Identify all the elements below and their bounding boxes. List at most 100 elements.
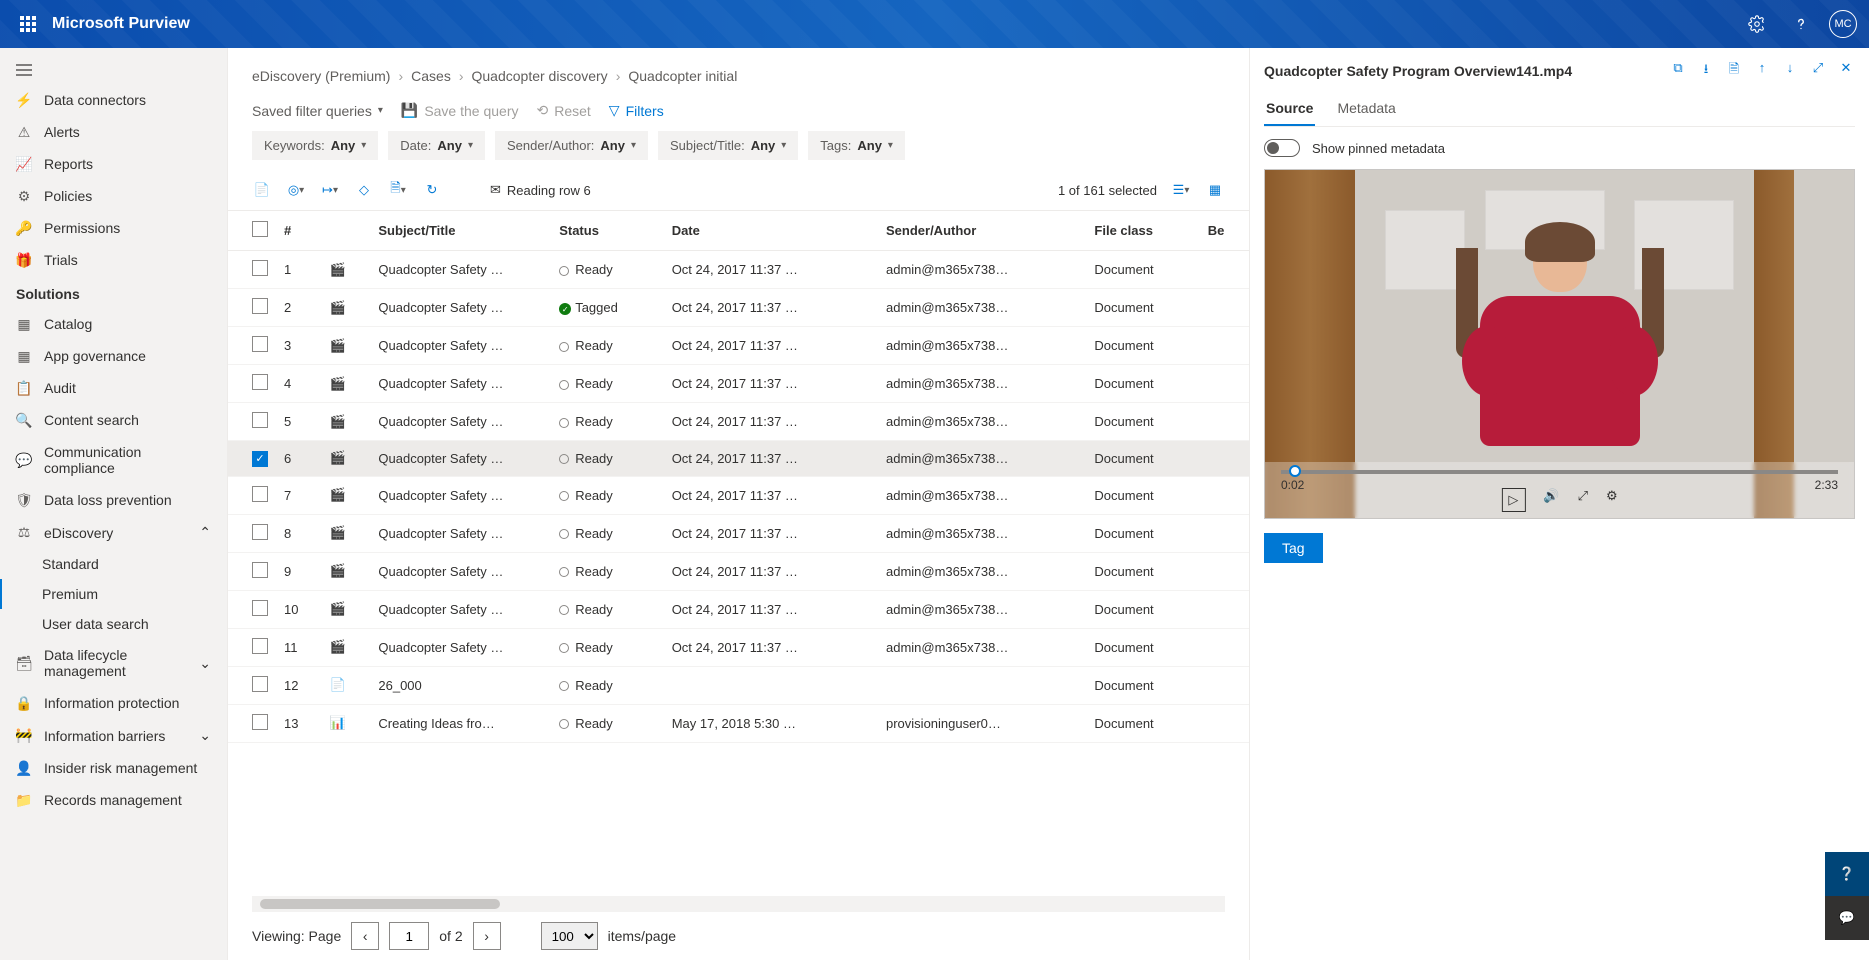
column-header[interactable]: # <box>276 211 322 251</box>
row-checkbox[interactable] <box>252 486 268 502</box>
group-icon[interactable]: ◎▾ <box>286 180 306 200</box>
nav-item-information-protection[interactable]: 🔒Information protection <box>0 687 227 719</box>
up-arrow-icon[interactable]: ↑ <box>1753 60 1771 82</box>
tag-button[interactable]: Tag <box>1264 533 1323 563</box>
row-checkbox[interactable] <box>252 336 268 352</box>
table-row[interactable]: 10 🎬 Quadcopter Safety … Ready Oct 24, 2… <box>228 590 1249 628</box>
filter-pill-keywords[interactable]: Keywords: Any ▾ <box>252 131 378 160</box>
nav-item-data-connectors[interactable]: ⚡Data connectors <box>0 84 227 116</box>
row-checkbox[interactable] <box>252 638 268 654</box>
saved-queries-dropdown[interactable]: Saved filter queries ▾ <box>252 103 383 119</box>
save-query-button[interactable]: 💾 Save the query <box>401 102 519 119</box>
filter-pill-sender/author[interactable]: Sender/Author: Any ▾ <box>495 131 648 160</box>
user-avatar[interactable]: MC <box>1829 10 1857 38</box>
table-row[interactable]: 6 🎬 Quadcopter Safety … Ready Oct 24, 20… <box>228 441 1249 477</box>
column-header[interactable]: Status <box>551 211 663 251</box>
refresh-icon[interactable]: ↻ <box>422 180 442 200</box>
prev-page-button[interactable]: ‹ <box>351 922 379 950</box>
expand-icon[interactable]: ⤢ <box>1809 60 1827 82</box>
table-row[interactable]: 5 🎬 Quadcopter Safety … Ready Oct 24, 20… <box>228 403 1249 441</box>
table-row[interactable]: 12 📄 26_000 Ready Document <box>228 666 1249 704</box>
table-row[interactable]: 11 🎬 Quadcopter Safety … Ready Oct 24, 2… <box>228 628 1249 666</box>
document-icon[interactable]: 🗎 <box>1725 60 1743 82</box>
nav-item-catalog[interactable]: ▦Catalog <box>0 308 227 340</box>
table-row[interactable]: 2 🎬 Quadcopter Safety … ✓Tagged Oct 24, … <box>228 289 1249 327</box>
row-checkbox[interactable] <box>252 412 268 428</box>
row-checkbox[interactable] <box>252 600 268 616</box>
column-header[interactable]: File class <box>1086 211 1199 251</box>
nav-item-audit[interactable]: 📋Audit <box>0 372 227 404</box>
nav-item-data-loss-prevention[interactable]: 🛡Data loss prevention <box>0 484 227 516</box>
show-metadata-toggle[interactable] <box>1264 139 1300 157</box>
nav-item-permissions[interactable]: 🔑Permissions <box>0 212 227 244</box>
row-checkbox[interactable] <box>252 562 268 578</box>
app-launcher-icon[interactable] <box>12 8 44 40</box>
tag-icon[interactable]: ◇ <box>354 180 374 200</box>
volume-icon[interactable]: 🔊 <box>1543 488 1559 512</box>
filters-button[interactable]: ▽ Filters <box>609 102 664 119</box>
breadcrumb-item[interactable]: Quadcopter initial <box>628 68 737 84</box>
column-header[interactable]: Date <box>664 211 878 251</box>
fullscreen-icon[interactable]: ⤢ <box>1578 488 1588 512</box>
move-icon[interactable]: ↦▾ <box>320 180 340 200</box>
down-arrow-icon[interactable]: ↓ <box>1781 60 1799 82</box>
nav-item-insider-risk-management[interactable]: 👤Insider risk management <box>0 752 227 784</box>
column-header[interactable] <box>322 211 370 251</box>
nav-sub-standard[interactable]: Standard <box>0 549 227 579</box>
column-header[interactable]: Sender/Author <box>878 211 1086 251</box>
filter-pill-date[interactable]: Date: Any ▾ <box>388 131 485 160</box>
breadcrumb-item[interactable]: Quadcopter discovery <box>472 68 608 84</box>
play-button[interactable]: ▷ <box>1501 488 1525 512</box>
table-row[interactable]: 7 🎬 Quadcopter Safety … Ready Oct 24, 20… <box>228 476 1249 514</box>
nav-item-reports[interactable]: 📈Reports <box>0 148 227 180</box>
settings-icon[interactable] <box>1741 8 1773 40</box>
breadcrumb-item[interactable]: eDiscovery (Premium) <box>252 68 390 84</box>
table-row[interactable]: 3 🎬 Quadcopter Safety … Ready Oct 24, 20… <box>228 327 1249 365</box>
list-view-icon[interactable]: ☰▾ <box>1171 180 1191 200</box>
next-page-button[interactable]: › <box>473 922 501 950</box>
items-per-page-select[interactable]: 100 <box>541 922 598 950</box>
nav-item-records-management[interactable]: 📁Records management <box>0 784 227 816</box>
horizontal-scrollbar[interactable] <box>252 896 1225 912</box>
nav-item-alerts[interactable]: ⚠Alerts <box>0 116 227 148</box>
tab-source[interactable]: Source <box>1264 92 1315 126</box>
breadcrumb-item[interactable]: Cases <box>411 68 451 84</box>
close-icon[interactable]: ✕ <box>1837 60 1855 82</box>
table-row[interactable]: 13 📊 Creating Ideas fro… Ready May 17, 2… <box>228 704 1249 742</box>
file-icon[interactable]: 🗎▾ <box>388 180 408 200</box>
column-header[interactable]: Subject/Title <box>370 211 551 251</box>
chat-button[interactable]: 💬 <box>1825 896 1869 940</box>
filter-pill-tags[interactable]: Tags: Any ▾ <box>808 131 905 160</box>
nav-sub-user-data-search[interactable]: User data search <box>0 609 227 639</box>
table-row[interactable]: 9 🎬 Quadcopter Safety … Ready Oct 24, 20… <box>228 552 1249 590</box>
select-all-checkbox[interactable] <box>252 221 268 237</box>
video-settings-icon[interactable]: ⚙ <box>1606 488 1618 512</box>
download-icon[interactable]: ⭳ <box>1697 60 1715 82</box>
row-checkbox[interactable] <box>252 260 268 276</box>
table-row[interactable]: 1 🎬 Quadcopter Safety … Ready Oct 24, 20… <box>228 251 1249 289</box>
export-icon[interactable]: 📄 <box>252 180 272 200</box>
row-checkbox[interactable] <box>252 298 268 314</box>
table-row[interactable]: 4 🎬 Quadcopter Safety … Ready Oct 24, 20… <box>228 365 1249 403</box>
video-scrubber[interactable] <box>1281 470 1838 474</box>
nav-item-communication-compliance[interactable]: 💬Communication compliance <box>0 436 227 484</box>
nav-item-content-search[interactable]: 🔍Content search <box>0 404 227 436</box>
video-player[interactable]: 0:02 2:33 ▷ 🔊 ⤢ ⚙ <box>1264 169 1855 519</box>
reset-button[interactable]: ⟲ Reset <box>536 102 590 119</box>
row-checkbox[interactable] <box>252 524 268 540</box>
nav-item-trials[interactable]: 🎁Trials <box>0 244 227 276</box>
help-icon[interactable] <box>1785 8 1817 40</box>
nav-toggle-icon[interactable] <box>0 56 227 84</box>
column-header[interactable]: Be <box>1200 211 1249 251</box>
nav-item-policies[interactable]: ⚙Policies <box>0 180 227 212</box>
nav-item-app-governance[interactable]: ▦App governance <box>0 340 227 372</box>
nav-sub-premium[interactable]: Premium <box>0 579 227 609</box>
filter-pill-subject/title[interactable]: Subject/Title: Any ▾ <box>658 131 798 160</box>
nav-item-information-barriers[interactable]: 🚧Information barriers⌄ <box>0 719 227 752</box>
columns-icon[interactable]: ▦ <box>1205 180 1225 200</box>
row-checkbox[interactable] <box>252 676 268 692</box>
popout-icon[interactable]: ⧉ <box>1669 60 1687 82</box>
feedback-button[interactable]: ❔ <box>1825 852 1869 896</box>
nav-ediscovery[interactable]: ⚖ eDiscovery ⌃ <box>0 516 227 549</box>
tab-metadata[interactable]: Metadata <box>1335 92 1397 126</box>
